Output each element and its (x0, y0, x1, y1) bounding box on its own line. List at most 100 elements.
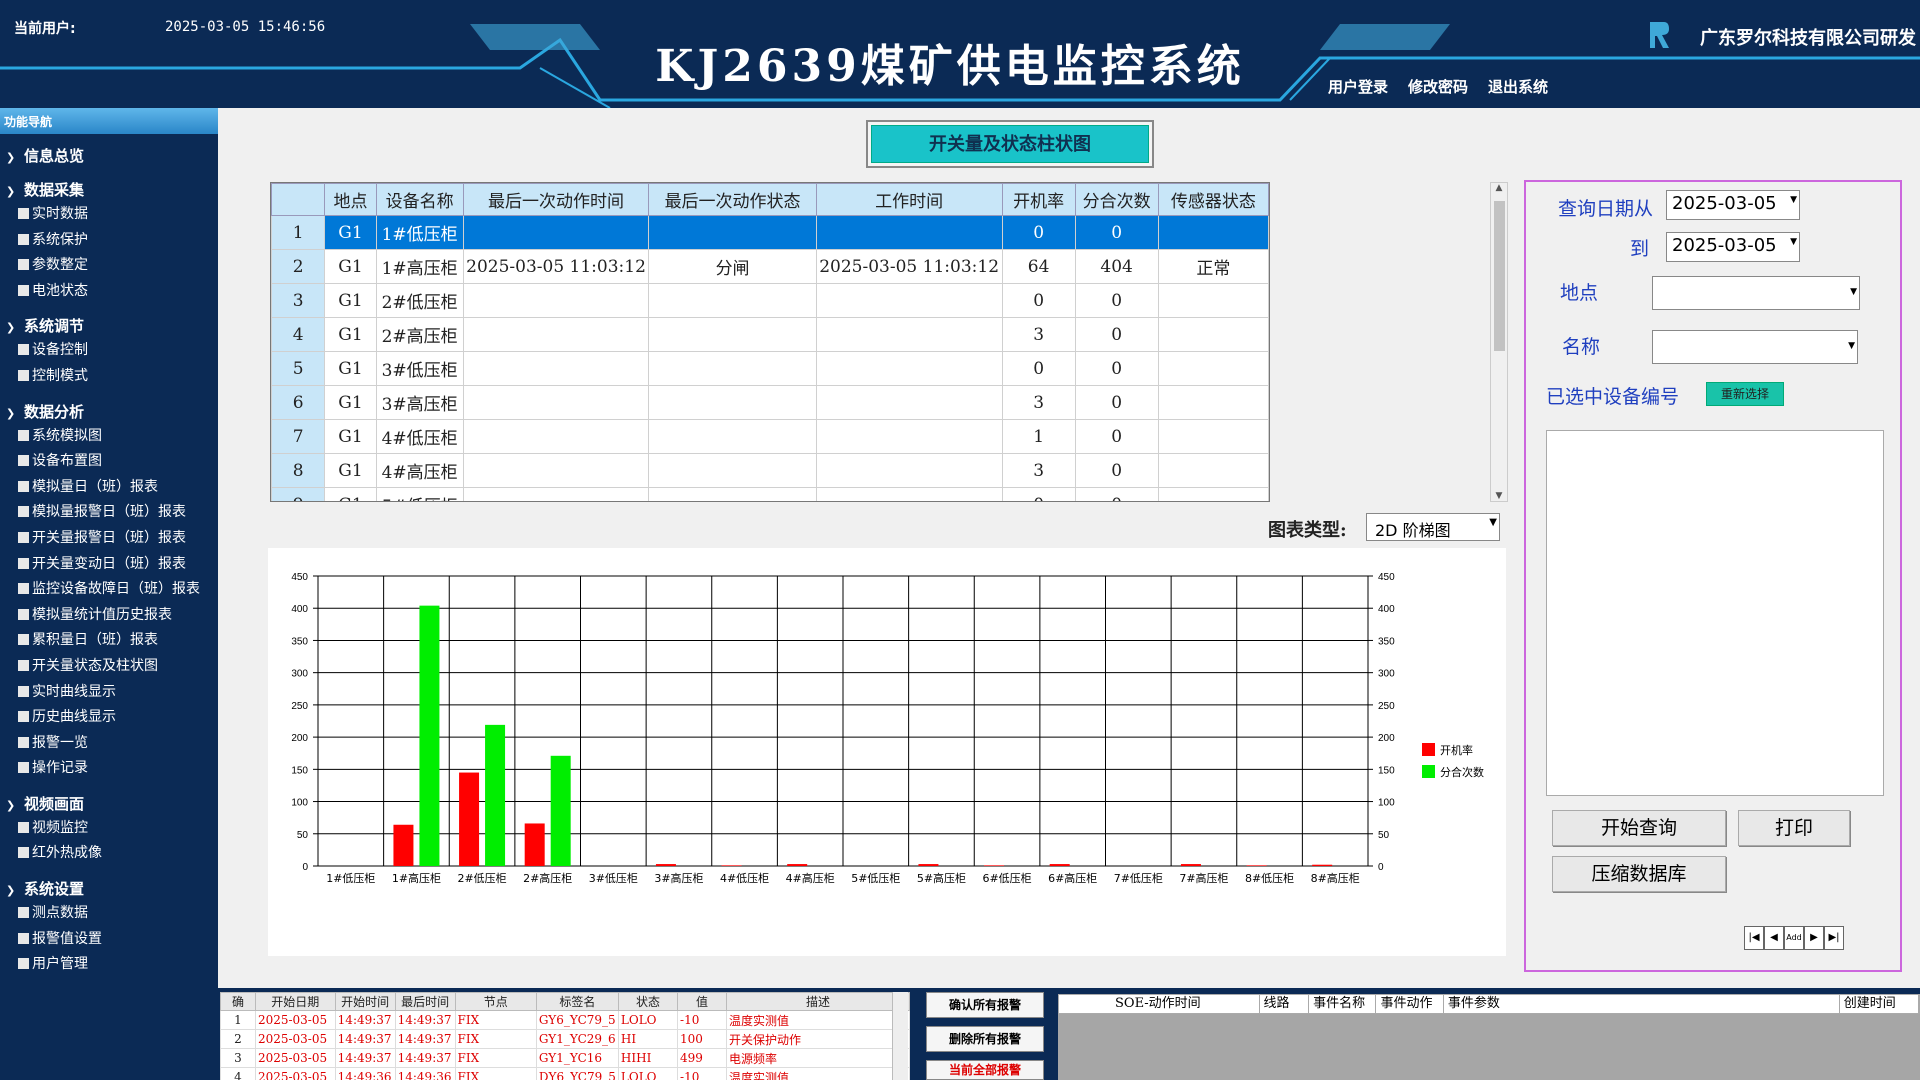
name-select[interactable]: ▼ (1652, 330, 1858, 364)
scroll-down-icon[interactable]: ▼ (1491, 491, 1507, 501)
alarm-column-header[interactable]: 开始日期 (254, 992, 336, 1011)
selected-device-list[interactable] (1546, 430, 1884, 796)
first-page-icon[interactable]: |◀ (1744, 926, 1764, 950)
nav-group-title[interactable]: ❯ 数据分析 (0, 400, 218, 424)
current-all-alarms-button[interactable]: 当前全部报警 (926, 1060, 1044, 1080)
table-column-header[interactable]: 最后一次动作时间 (462, 183, 650, 216)
sidebar-item[interactable]: 监控设备故障日（班）报表 (0, 577, 218, 603)
sidebar-item[interactable]: 参数整定 (0, 253, 218, 279)
table-scrollbar[interactable]: ▲ ▼ (1490, 182, 1508, 502)
start-query-button[interactable]: 开始查询 (1552, 810, 1726, 846)
sidebar-item[interactable]: 设备布置图 (0, 449, 218, 475)
chart-title-button[interactable]: 开关量及状态柱状图 (866, 120, 1154, 168)
alarm-column-header[interactable]: 确 (220, 992, 256, 1011)
y-tick-label-left: 250 (291, 701, 308, 712)
alarm-column-header[interactable]: 描述 (726, 992, 910, 1011)
nav-group-title[interactable]: ❯ 数据采集 (0, 178, 218, 202)
table-row[interactable]: 3 G1 2#低压柜 0 0 (271, 283, 1269, 318)
table-column-header[interactable]: 传感器状态 (1157, 183, 1269, 216)
reselect-button[interactable]: 重新选择 (1706, 382, 1784, 406)
scroll-up-icon[interactable]: ▲ (1491, 183, 1507, 193)
alarm-row[interactable]: 1 2025-03-05 14:49:37 14:49:37 FIX GY6_YC79_5… (220, 1010, 910, 1030)
sidebar-item[interactable]: 用户管理 (0, 952, 218, 978)
alarm-column-header[interactable]: 最后时间 (394, 992, 456, 1011)
legend-swatch (1422, 765, 1435, 778)
sidebar-item[interactable]: 实时数据 (0, 202, 218, 228)
login-link[interactable]: 用户登录 (1328, 76, 1388, 97)
chart-type-select[interactable]: 2D 阶梯图 ▼ (1366, 513, 1500, 541)
sidebar-item[interactable]: 操作记录 (0, 756, 218, 782)
table-column-header[interactable]: 设备名称 (375, 183, 464, 216)
table-column-header[interactable]: 分合次数 (1074, 183, 1159, 216)
confirm-all-alarms-button[interactable]: 确认所有报警 (926, 992, 1044, 1018)
logout-link[interactable]: 退出系统 (1488, 76, 1548, 97)
alarm-row[interactable]: 4 2025-03-05 14:49:36 14:49:36 FIX DY6_YC79_5… (220, 1067, 910, 1080)
sidebar-item[interactable]: 控制模式 (0, 364, 218, 390)
alarm-column-header[interactable]: 开始时间 (334, 992, 396, 1011)
alarm-column-header[interactable]: 状态 (617, 992, 679, 1011)
sidebar-item[interactable]: 视频监控 (0, 816, 218, 842)
nav-group-title[interactable]: ❯ 系统调节 (0, 314, 218, 338)
table-row[interactable]: 8 G1 4#高压柜 3 0 (271, 453, 1269, 488)
sidebar-item[interactable]: 模拟量统计值历史报表 (0, 603, 218, 629)
table-row[interactable]: 5 G1 3#低压柜 0 0 (271, 351, 1269, 386)
last-page-icon[interactable]: ▶| (1824, 926, 1844, 950)
table-column-header[interactable] (271, 183, 326, 216)
sidebar-item[interactable]: 测点数据 (0, 901, 218, 927)
change-password-link[interactable]: 修改密码 (1408, 76, 1468, 97)
alarm-row[interactable]: 3 2025-03-05 14:49:37 14:49:37 FIX GY1_YC16 HI… (220, 1048, 910, 1068)
square-bullet-icon (18, 369, 29, 381)
sidebar-item[interactable]: 电池状态 (0, 279, 218, 305)
nav-group-title[interactable]: ❯ 信息总览 (0, 144, 218, 168)
delete-all-alarms-button[interactable]: 删除所有报警 (926, 1026, 1044, 1052)
soe-column-header[interactable]: 事件参数 (1444, 995, 1840, 1013)
nav-group-title[interactable]: ❯ 视频画面 (0, 792, 218, 816)
table-cell (1157, 351, 1269, 386)
compress-database-button[interactable]: 压缩数据库 (1552, 856, 1726, 892)
chevron-right-icon: ❯ (6, 798, 16, 812)
sidebar-item[interactable]: 系统保护 (0, 228, 218, 254)
sidebar-item[interactable]: 历史曲线显示 (0, 705, 218, 731)
nav-group-title[interactable]: ❯ 系统设置 (0, 877, 218, 901)
next-page-icon[interactable]: ▶ (1804, 926, 1824, 950)
table-row[interactable]: 7 G1 4#低压柜 1 0 (271, 419, 1269, 454)
table-row[interactable]: 1 G1 1#低压柜 0 0 (271, 215, 1269, 250)
scroll-thumb[interactable] (1494, 201, 1505, 351)
alarm-column-header[interactable]: 值 (677, 992, 727, 1011)
table-column-header[interactable]: 最后一次动作状态 (648, 183, 817, 216)
table-row[interactable]: 4 G1 2#高压柜 3 0 (271, 317, 1269, 352)
alarm-scrollbar[interactable] (892, 992, 908, 1080)
sidebar-item[interactable]: 实时曲线显示 (0, 680, 218, 706)
soe-column-header[interactable]: 线路 (1260, 995, 1310, 1013)
table-row[interactable]: 2 G1 1#高压柜 2025-03-05 11:03:12 分闸 2025-03-05 … (271, 249, 1269, 284)
alarm-column-header[interactable]: 标签名 (535, 992, 619, 1011)
soe-column-header[interactable]: 事件动作 (1376, 995, 1444, 1013)
sidebar-item[interactable]: 设备控制 (0, 338, 218, 364)
sidebar-item[interactable]: 开关量状态及柱状图 (0, 654, 218, 680)
sidebar-item[interactable]: 系统模拟图 (0, 424, 218, 450)
alarm-row[interactable]: 2 2025-03-05 14:49:37 14:49:37 FIX GY1_YC29_6… (220, 1029, 910, 1049)
table-column-header[interactable]: 开机率 (1001, 183, 1076, 216)
soe-column-header[interactable]: 事件名称 (1309, 995, 1377, 1013)
sidebar-item[interactable]: 报警值设置 (0, 927, 218, 953)
soe-column-header[interactable]: SOE-动作时间 (1111, 995, 1260, 1013)
sidebar-item[interactable]: 累积量日（班）报表 (0, 628, 218, 654)
prev-page-icon[interactable]: ◀ (1764, 926, 1784, 950)
sidebar-item[interactable]: 模拟量报警日（班）报表 (0, 500, 218, 526)
sidebar-item[interactable]: 红外热成像 (0, 841, 218, 867)
print-button[interactable]: 打印 (1738, 810, 1850, 846)
sidebar-item[interactable]: 开关量变动日（班）报表 (0, 552, 218, 578)
header-bar: 当前用户: 2025-03-05 15:46:56 KJ2639煤矿供电监控系统… (0, 0, 1920, 108)
table-column-header[interactable]: 工作时间 (815, 183, 1003, 216)
date-to-picker[interactable]: 2025-03-05 ▼ (1666, 232, 1800, 262)
alarm-column-header[interactable]: 节点 (454, 992, 537, 1011)
table-column-header[interactable]: 地点 (324, 183, 377, 216)
sidebar-item[interactable]: 模拟量日（班）报表 (0, 475, 218, 501)
sidebar-item[interactable]: 报警一览 (0, 731, 218, 757)
sidebar-item[interactable]: 开关量报警日（班）报表 (0, 526, 218, 552)
location-select[interactable]: ▼ (1652, 276, 1860, 310)
date-from-picker[interactable]: 2025-03-05 ▼ (1666, 190, 1800, 220)
table-row[interactable]: 9G15#低压柜 00 (271, 487, 1269, 501)
table-row[interactable]: 6 G1 3#高压柜 3 0 (271, 385, 1269, 420)
soe-column-header[interactable]: 创建时间 (1840, 995, 1919, 1013)
